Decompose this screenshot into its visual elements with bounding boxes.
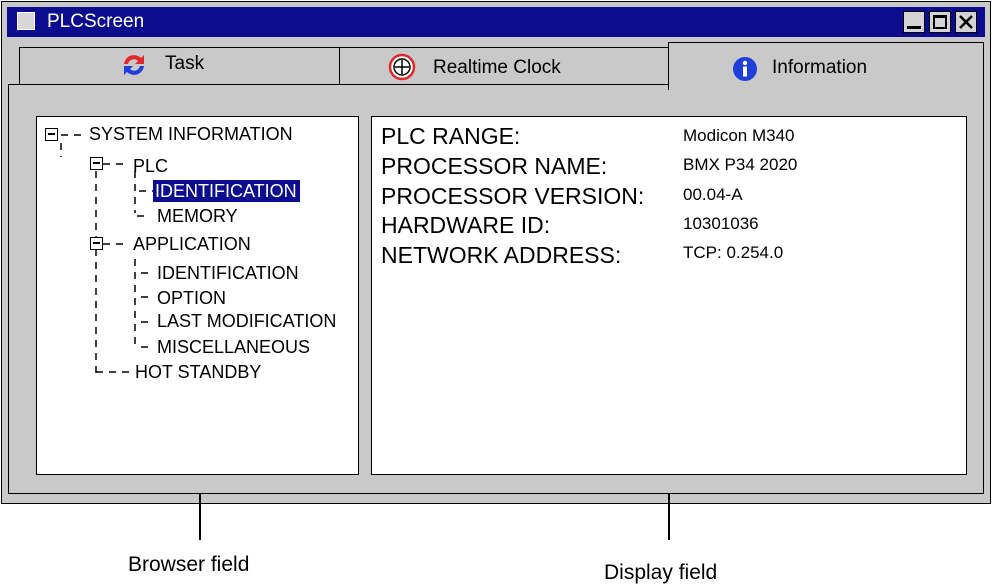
tab-information[interactable]: Information	[668, 42, 984, 90]
maximize-button[interactable]	[929, 11, 951, 33]
hardware-id-label: HARDWARE ID:	[381, 212, 551, 238]
window-title: PLCScreen	[47, 11, 145, 32]
maximize-icon	[933, 15, 947, 29]
close-button[interactable]	[955, 11, 977, 33]
info-icon	[733, 57, 757, 81]
tree-node-application-option[interactable]: OPTION	[157, 287, 226, 309]
tab-task-label: Task	[165, 53, 205, 74]
expander-system-information[interactable]	[45, 128, 58, 141]
app-icon	[17, 12, 35, 30]
clock-icon	[388, 53, 416, 81]
tab-information-label: Information	[772, 57, 868, 78]
network-address-value: TCP: 0.254.0	[683, 243, 784, 262]
tree-node-application[interactable]: APPLICATION	[133, 233, 251, 255]
expander-plc[interactable]	[90, 157, 103, 170]
close-icon	[959, 15, 973, 29]
expander-application[interactable]	[90, 237, 103, 250]
minimize-button[interactable]	[903, 11, 925, 33]
display-field: PLC RANGE: Modicon M340 PROCESSOR NAME: …	[371, 116, 967, 475]
tree-node-system-information[interactable]: SYSTEM INFORMATION	[89, 123, 293, 145]
tree-node-application-identification[interactable]: IDENTIFICATION	[157, 262, 299, 284]
plc-range-label: PLC RANGE:	[381, 123, 521, 149]
browser-field-caption: Browser field	[128, 553, 250, 576]
collapse-icon	[93, 162, 100, 164]
tree-node-plc[interactable]: PLC	[133, 155, 168, 177]
tab-task[interactable]: Task	[19, 47, 340, 85]
processor-name-label: PROCESSOR NAME:	[381, 153, 608, 179]
tree-node-application-miscellaneous[interactable]: MISCELLANEOUS	[157, 336, 310, 358]
plc-range-value: Modicon M340	[683, 126, 795, 145]
minimize-icon	[907, 26, 921, 29]
tab-realtime-clock-label: Realtime Clock	[433, 57, 561, 78]
browser-field[interactable]: SYSTEM INFORMATION PLC IDENTIFICATION ME…	[36, 116, 359, 475]
collapse-icon	[48, 133, 55, 135]
network-address-label: NETWORK ADDRESS:	[381, 242, 622, 268]
tree-node-application-last-modification[interactable]: LAST MODIFICATION	[157, 310, 336, 332]
tree-node-plc-memory[interactable]: MEMORY	[157, 205, 238, 227]
processor-name-value: BMX P34 2020	[683, 155, 798, 174]
tab-realtime-clock[interactable]: Realtime Clock	[339, 47, 669, 85]
title-bar[interactable]: PLCScreen	[7, 7, 985, 37]
sync-arrows-icon	[124, 55, 144, 75]
tree-node-hot-standby[interactable]: HOT STANDBY	[135, 361, 261, 383]
collapse-icon	[93, 242, 100, 244]
processor-version-label: PROCESSOR VERSION:	[381, 183, 645, 209]
tree-node-plc-identification[interactable]: IDENTIFICATION	[153, 180, 300, 202]
display-field-caption: Display field	[604, 561, 718, 584]
processor-version-value: 00.04-A	[683, 185, 743, 204]
hardware-id-value: 10301036	[683, 214, 759, 233]
